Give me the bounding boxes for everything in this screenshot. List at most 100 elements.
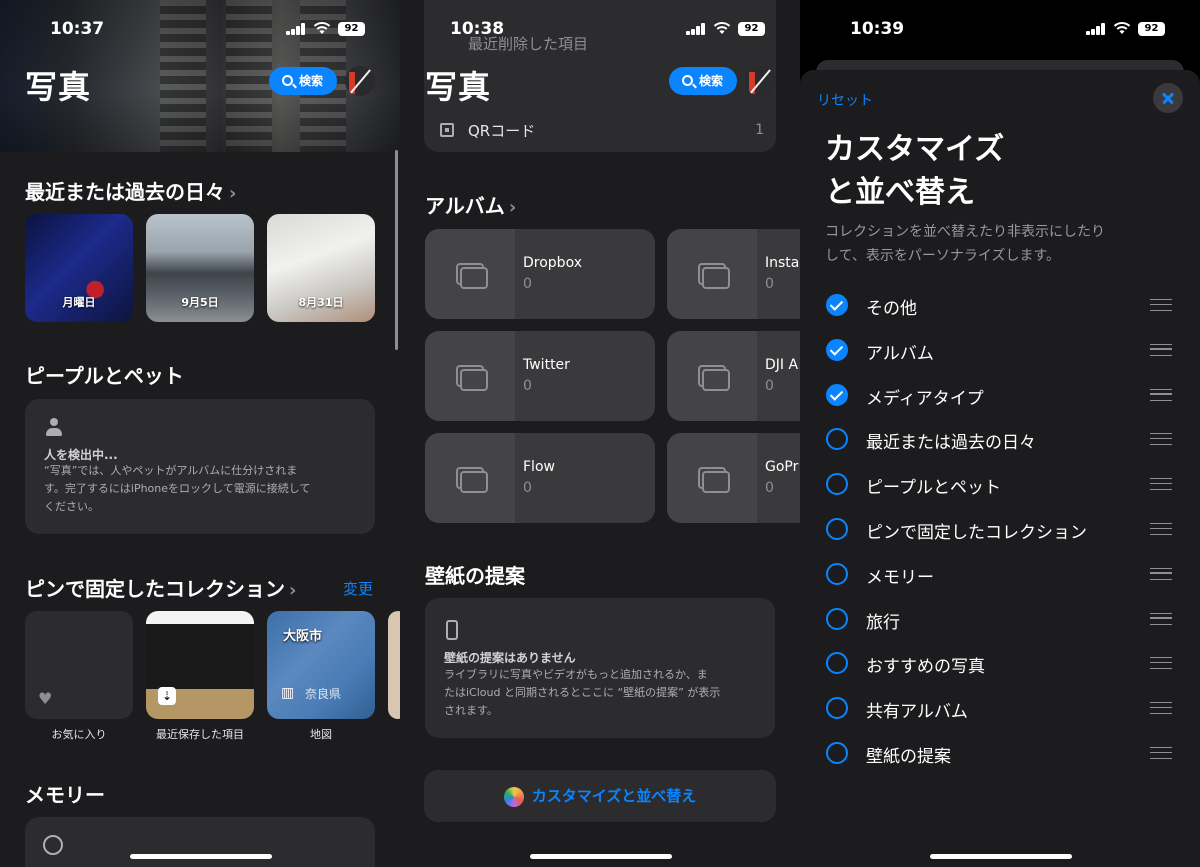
reorder-handle-icon[interactable] <box>1150 433 1172 446</box>
option-label: アルバム <box>866 343 934 364</box>
checked-circle-icon[interactable] <box>826 294 848 316</box>
collection-option-row[interactable]: 旅行 <box>800 597 1200 641</box>
card-body-line: “写真”では、人やペットがアルバムに仕分けされま <box>44 464 298 477</box>
empty-circle-icon[interactable] <box>826 518 848 540</box>
home-indicator[interactable] <box>930 854 1072 859</box>
avatar[interactable] <box>345 66 375 96</box>
collection-option-row[interactable]: 最近または過去の日々 <box>800 417 1200 461</box>
album-placeholder <box>667 433 757 523</box>
reorder-handle-icon[interactable] <box>1150 747 1172 759</box>
search-button[interactable]: 検索 <box>669 67 737 95</box>
search-button[interactable]: 検索 <box>269 67 337 95</box>
album-tile[interactable]: GoPr 0 <box>667 433 800 523</box>
reorder-handle-icon[interactable] <box>1150 612 1172 625</box>
album-name: GoPr <box>765 459 799 475</box>
reorder-handle-icon[interactable] <box>1150 299 1172 311</box>
cellular-signal-icon <box>286 23 308 35</box>
reorder-handle-icon[interactable] <box>1150 702 1172 715</box>
album-placeholder <box>425 331 515 421</box>
qr-code-row[interactable]: QRコード <box>468 120 535 141</box>
person-icon <box>46 418 62 436</box>
sheet-description-line: コレクションを並べ替えたり非表示にしたり <box>825 224 1105 240</box>
album-tile[interactable]: Insta 0 <box>667 229 800 319</box>
card-body-line: たはiCloud と同期されるとここに “壁紙の提案” が表示 <box>444 686 721 699</box>
customize-and-reorder-button[interactable]: カスタマイズと並べ替え <box>424 770 776 822</box>
album-tile[interactable]: DJI A 0 <box>667 331 800 421</box>
reorder-handle-icon[interactable] <box>1150 478 1172 491</box>
people-pets-title[interactable]: ピープルとペット <box>25 360 184 389</box>
pinned-next-peek[interactable] <box>388 611 400 719</box>
status-bar: 10:39 92 <box>800 0 1200 56</box>
search-button-label: 検索 <box>299 74 324 88</box>
option-label: 共有アルバム <box>866 702 968 723</box>
option-label: その他 <box>866 299 917 319</box>
pinned-recently-saved[interactable]: ⇣ <box>146 611 254 719</box>
download-icon: ⇣ <box>158 687 176 705</box>
empty-circle-icon[interactable] <box>826 473 848 496</box>
chevron-right-icon: › <box>289 580 297 601</box>
pinned-map[interactable]: 大阪市 奈良県 ▥ <box>267 611 375 719</box>
heart-icon: ♥ <box>38 689 53 708</box>
edit-pinned-button[interactable]: 変更 <box>343 578 373 599</box>
collection-option-row[interactable]: ピンで固定したコレクション <box>800 507 1200 551</box>
memories-icon <box>43 835 63 855</box>
recent-thumb-monday[interactable]: 月曜日 <box>25 214 133 322</box>
empty-circle-icon[interactable] <box>826 697 848 720</box>
wifi-icon <box>1113 22 1131 34</box>
albums-title[interactable]: アルバム › <box>425 190 516 219</box>
recent-days-title[interactable]: 最近または過去の日々 › <box>25 176 236 205</box>
checked-circle-icon[interactable] <box>826 338 848 361</box>
reorder-handle-icon[interactable] <box>1150 567 1172 580</box>
recent-thumb-sep5[interactable]: 9月5日 <box>146 214 254 322</box>
photos-app-icon <box>503 786 524 807</box>
reorder-handle-icon[interactable] <box>1150 657 1172 670</box>
collection-option-row[interactable]: おすすめの写真 <box>800 641 1200 685</box>
card-body-line: ください。 <box>44 500 99 513</box>
pinned-label: お気に入り <box>51 728 107 741</box>
wifi-icon <box>313 22 331 34</box>
pinned-favorites[interactable]: ♥ <box>25 611 133 719</box>
photo-stack-icon <box>460 267 488 289</box>
card-body-line: ライブラリに写真やビデオがもっと追加されるか、ま <box>444 668 708 681</box>
empty-circle-icon[interactable] <box>826 607 848 630</box>
reorder-handle-icon[interactable] <box>1150 388 1172 401</box>
album-tile[interactable]: Flow 0 <box>425 433 655 523</box>
checked-circle-icon[interactable] <box>826 383 848 406</box>
page-title: 写真 <box>425 68 492 106</box>
option-label: 壁紙の提案 <box>866 747 951 767</box>
album-count: 0 <box>765 276 774 292</box>
card-title: 人を検出中... <box>44 448 118 462</box>
collection-option-row[interactable]: メモリー <box>800 552 1200 596</box>
wallpaper-suggestions-title[interactable]: 壁紙の提案 <box>425 560 525 589</box>
pinned-title-text: ピンで固定したコレクション <box>25 577 285 601</box>
pinned-collections-title[interactable]: ピンで固定したコレクション › <box>25 573 296 602</box>
empty-circle-icon[interactable] <box>826 652 848 675</box>
memories-title[interactable]: メモリー <box>25 779 105 808</box>
collection-option-row[interactable]: 共有アルバム <box>800 686 1200 730</box>
recent-thumb-aug31[interactable]: 8月31日 <box>267 214 375 322</box>
home-indicator[interactable] <box>130 854 272 859</box>
avatar[interactable] <box>745 66 775 96</box>
status-time: 10:38 <box>450 19 505 39</box>
album-count: 0 <box>765 480 774 496</box>
album-tile[interactable]: Twitter 0 <box>425 331 655 421</box>
memories-card[interactable] <box>25 817 375 867</box>
close-icon[interactable] <box>1153 83 1183 113</box>
scrollbar[interactable] <box>395 150 398 350</box>
collection-option-row[interactable]: その他 <box>800 283 1200 327</box>
reset-button[interactable]: リセット <box>817 90 873 110</box>
collection-option-row[interactable]: アルバム <box>800 328 1200 372</box>
reorder-handle-icon[interactable] <box>1150 343 1172 356</box>
collection-option-row[interactable]: メディアタイプ <box>800 373 1200 417</box>
empty-circle-icon[interactable] <box>826 562 848 585</box>
card-title: 壁紙の提案はありません <box>444 651 576 665</box>
home-indicator[interactable] <box>530 854 672 859</box>
empty-circle-icon[interactable] <box>826 742 848 764</box>
reorder-handle-icon[interactable] <box>1150 523 1172 535</box>
album-tile[interactable]: Dropbox 0 <box>425 229 655 319</box>
search-button-label: 検索 <box>699 74 724 88</box>
empty-circle-icon[interactable] <box>826 428 848 451</box>
collection-option-row[interactable]: ピープルとペット <box>800 462 1200 506</box>
page-title: 写真 <box>25 68 92 106</box>
collection-option-row[interactable]: 壁紙の提案 <box>800 731 1200 775</box>
